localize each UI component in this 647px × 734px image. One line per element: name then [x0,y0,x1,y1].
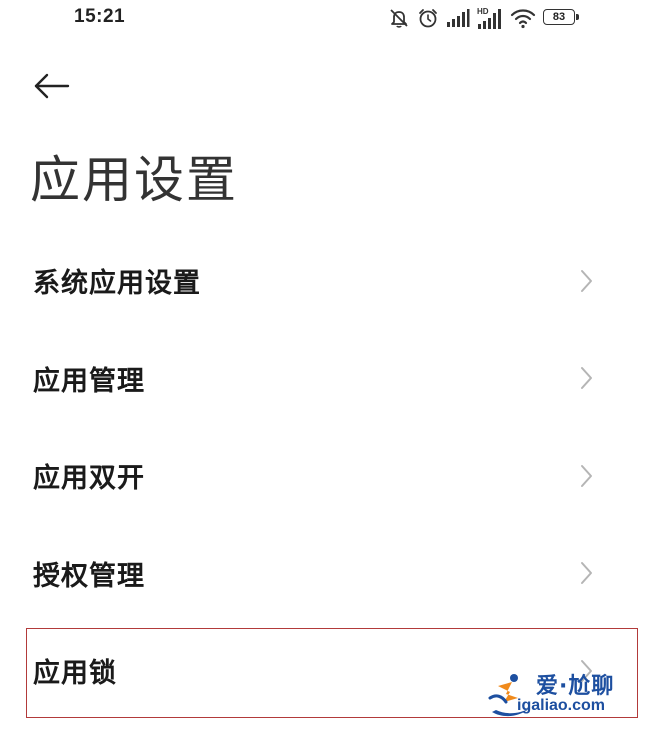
back-arrow-icon [34,73,70,99]
battery-icon: 83 [543,9,581,27]
settings-menu: 系统应用设置 应用管理 应用双开 授权管理 应用锁 [0,232,647,720]
chevron-right-icon [577,559,595,587]
watermark-figure-icon [488,674,530,717]
menu-item-label: 应用锁 [33,658,117,690]
menu-item-label: 系统应用设置 [33,268,201,300]
menu-item-label: 应用管理 [33,365,145,397]
hd-signal-icon: HD [477,7,501,29]
status-time: 15:21 [74,6,126,27]
watermark-logo: 爱·尬聊 igaliao.com [484,668,644,724]
chevron-right-icon [577,364,595,392]
watermark-text-top: 爱·尬聊 [536,674,615,699]
menu-item-label: 应用双开 [33,463,145,495]
signal-icon [447,9,470,27]
menu-item-permission-management[interactable]: 授权管理 [0,525,647,623]
battery-tip [576,14,579,20]
menu-item-dual-apps[interactable]: 应用双开 [0,427,647,525]
status-bar: 15:21 HD 83 [0,0,647,38]
page-title: 应用设置 [30,151,238,209]
alarm-icon [419,9,437,28]
back-button[interactable] [30,66,78,106]
menu-item-label: 授权管理 [33,560,145,592]
status-icons: HD 83 [388,4,581,32]
watermark-text-bottom: igaliao.com [517,697,606,714]
menu-item-system-app-settings[interactable]: 系统应用设置 [0,232,647,330]
chevron-right-icon [577,462,595,490]
chevron-right-icon [577,267,595,295]
hd-label: HD [477,7,489,16]
battery-level: 83 [543,9,575,25]
wifi-icon [510,9,536,29]
mute-icon [390,9,408,28]
menu-item-app-management[interactable]: 应用管理 [0,330,647,428]
